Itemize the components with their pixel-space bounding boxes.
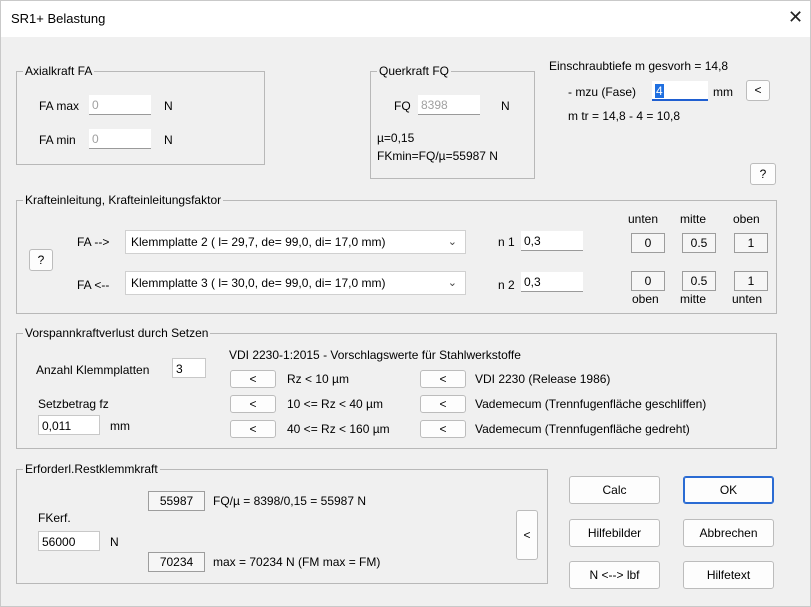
restklemm-apply-button[interactable]: < (516, 510, 538, 560)
ok-button[interactable]: OK (683, 476, 774, 504)
krafteinleitung-legend: Krafteinleitung, Krafteinleitungsfaktor (23, 193, 224, 207)
axialkraft-group: Axialkraft FA (16, 64, 265, 165)
row2-mitte-button[interactable]: 0.5 (682, 271, 716, 291)
vdi1986-text: VDI 2230 (Release 1986) (475, 372, 611, 386)
fq-field[interactable]: 8398 (418, 95, 480, 115)
setzbetrag-field[interactable]: 0,011 (38, 415, 100, 435)
row1-combo[interactable]: Klemmplatte 2 ( l= 29,7, de= 99,0, di= 1… (125, 230, 466, 254)
row1-label: FA --> (77, 235, 110, 249)
unit-toggle-button[interactable]: N <--> lbf (569, 561, 660, 589)
mtr-text: m tr = 14,8 - 4 = 10,8 (568, 109, 681, 123)
rz40-text: 10 <= Rz < 40 µm (287, 397, 383, 411)
row2-label: FA <-- (77, 278, 110, 292)
hilfebilder-button[interactable]: Hilfebilder (569, 519, 660, 547)
header-bottom-mitte: mitte (680, 292, 707, 306)
header-top-unten: unten (628, 212, 659, 226)
krafteinleitung-group: Krafteinleitung, Krafteinleitungsfaktor (16, 193, 777, 314)
einschraub-title: Einschraubtiefe m gesvorh = 14,8 (549, 59, 729, 73)
n1-field[interactable]: 0,3 (521, 231, 583, 251)
einschraub-help-button[interactable]: ? (750, 163, 776, 185)
fq-unit: N (501, 99, 510, 113)
row1-n-label: n 1 (498, 235, 515, 249)
axialkraft-legend: Axialkraft FA (23, 64, 95, 78)
anzahl-field[interactable]: 3 (172, 358, 206, 378)
vdi-title: VDI 2230-1:2015 - Vorschlagswerte für St… (229, 348, 521, 362)
fq-label: FQ (394, 99, 411, 113)
rz160-text: 40 <= Rz < 160 µm (287, 422, 390, 436)
chevron-down-icon: ⌄ (447, 236, 457, 248)
rz10-text: Rz < 10 µm (287, 372, 349, 386)
header-bottom-unten: unten (732, 292, 763, 306)
row2-combo[interactable]: Klemmplatte 3 ( l= 30,0, de= 99,0, di= 1… (125, 271, 466, 295)
fkerf-field[interactable]: 56000 (38, 531, 100, 551)
chevron-down-icon: ⌄ (447, 277, 457, 289)
window-title: SR1+ Belastung (11, 11, 106, 26)
hilfetext-button[interactable]: Hilfetext (683, 561, 774, 589)
mu-text: µ=0,15 (377, 131, 415, 145)
calc-button[interactable]: Calc (569, 476, 660, 504)
vademecum-gedreht-button[interactable]: < (420, 420, 466, 438)
vdi1986-button[interactable]: < (420, 370, 466, 388)
mzu-label: - mzu (Fase) (568, 85, 637, 99)
header-bottom-oben: oben (632, 292, 659, 306)
vademecum-geschliffen-text: Vademecum (Trennfugenfläche geschliffen) (475, 397, 707, 411)
rz160-button[interactable]: < (230, 420, 276, 438)
vorspann-legend: Vorspannkraftverlust durch Setzen (23, 326, 211, 340)
row2-unten-button[interactable]: 1 (734, 271, 768, 291)
fmax-value-box[interactable]: 70234 (148, 552, 205, 572)
fkerf-label: FKerf. (38, 511, 71, 525)
fkerf-unit: N (110, 535, 119, 549)
row2-n-label: n 2 (498, 278, 515, 292)
vademecum-gedreht-text: Vademecum (Trennfugenfläche gedreht) (475, 422, 690, 436)
row1-unten-button[interactable]: 0 (631, 233, 665, 253)
anzahl-label: Anzahl Klemmplatten (36, 363, 150, 377)
row1-oben-button[interactable]: 1 (734, 233, 768, 253)
setzbetrag-label: Setzbetrag fz (38, 397, 109, 411)
restklemm-legend: Erforderl.Restklemmkraft (23, 462, 160, 476)
rz40-button[interactable]: < (230, 395, 276, 413)
row2-oben-button[interactable]: 0 (631, 271, 665, 291)
fa-min-label: FA min (39, 133, 76, 147)
fa-min-field[interactable]: 0 (89, 129, 151, 149)
row1-combo-value: Klemmplatte 2 ( l= 29,7, de= 99,0, di= 1… (131, 235, 386, 249)
krafteinleitung-help-button[interactable]: ? (29, 249, 53, 271)
vademecum-geschliffen-button[interactable]: < (420, 395, 466, 413)
row2-combo-value: Klemmplatte 3 ( l= 30,0, de= 99,0, di= 1… (131, 276, 386, 290)
n2-field[interactable]: 0,3 (521, 272, 583, 292)
fqmu-text: FQ/µ = 8398/0,15 = 55987 N (213, 494, 367, 508)
fqmu-value-box[interactable]: 55987 (148, 491, 205, 511)
mzu-field[interactable]: 4 (652, 81, 708, 101)
querkraft-legend: Querkraft FQ (377, 64, 452, 78)
close-icon[interactable]: ✕ (788, 7, 803, 28)
mzu-unit: mm (713, 85, 733, 99)
fmax-text: max = 70234 N (FM max = FM) (213, 555, 381, 569)
fa-min-unit: N (164, 133, 173, 147)
fa-max-label: FA max (39, 99, 80, 113)
mzu-value: 4 (655, 84, 664, 98)
fa-max-unit: N (164, 99, 173, 113)
title-bar: SR1+ Belastung ✕ (1, 1, 810, 37)
fkmin-text: FKmin=FQ/µ=55987 N (377, 149, 498, 163)
mzu-apply-button[interactable]: < (746, 80, 770, 101)
dialog-window: SR1+ Belastung ✕ Axialkraft FA FA max 0 … (0, 0, 811, 607)
abbrechen-button[interactable]: Abbrechen (683, 519, 774, 547)
header-top-oben: oben (733, 212, 760, 226)
fa-max-field[interactable]: 0 (89, 95, 151, 115)
header-top-mitte: mitte (680, 212, 707, 226)
setzbetrag-unit: mm (110, 419, 130, 433)
rz10-button[interactable]: < (230, 370, 276, 388)
row1-mitte-button[interactable]: 0.5 (682, 233, 716, 253)
